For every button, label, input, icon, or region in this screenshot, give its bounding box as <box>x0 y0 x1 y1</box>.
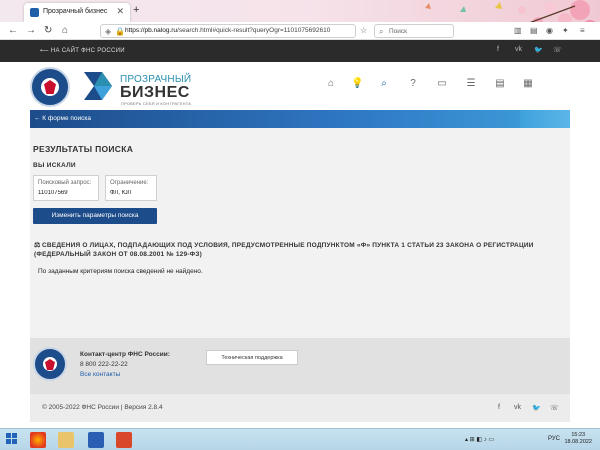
keyboard-language[interactable]: РУС <box>548 436 560 442</box>
contact-phone[interactable]: 8 800 222-22-22 <box>80 361 128 368</box>
footer-emblem-icon <box>33 347 67 381</box>
windows-taskbar: ▴ ⊞ ◧ ♪ ▭ РУС 15:23 18.08.2022 <box>0 428 600 450</box>
app-icon[interactable] <box>116 432 132 448</box>
phone-icon[interactable]: ☏ <box>550 404 559 412</box>
address-bar[interactable]: ◈ 🔒 https://pb.nalog.ru/search.html#quic… <box>100 24 356 38</box>
help-icon[interactable]: ? <box>407 78 419 90</box>
extension-icon[interactable]: ✦ <box>562 26 569 35</box>
search-icon: ⌕ <box>379 27 384 36</box>
vk-icon[interactable]: vk <box>515 46 522 53</box>
site-header: ПРОЗРАЧНЫЙ БИЗНЕС ПРОВЕРЬ СЕБЯ И КОНТРАГ… <box>0 62 600 110</box>
database-icon[interactable]: ☰ <box>465 78 477 90</box>
facebook-icon[interactable]: f <box>497 46 499 53</box>
searched-heading: ВЫ ИСКАЛИ <box>33 162 76 169</box>
phone-icon[interactable]: ☏ <box>553 46 562 54</box>
fns-site-link[interactable]: ⟵ НА САЙТ ФНС РОССИИ <box>40 47 125 54</box>
site-top-strip: ⟵ НА САЙТ ФНС РОССИИ f vk 🐦 ☏ <box>0 40 600 62</box>
reload-icon[interactable]: ↻ <box>44 25 52 36</box>
query-field[interactable]: Поисковый запрос: 110107569 <box>33 175 99 201</box>
brand-line2: БИЗНЕС <box>120 84 190 101</box>
brand-tagline: ПРОВЕРЬ СЕБЯ И КОНТРАГЕНТА <box>121 101 192 106</box>
bulb-icon[interactable]: 💡 <box>351 78 363 90</box>
breadcrumb-strip: ← К форме поиска <box>30 110 570 128</box>
url-text: https://pb.nalog.ru/search.html#quick-re… <box>125 27 331 34</box>
contact-center-title: Контакт-центр ФНС России: <box>80 351 170 358</box>
twitter-icon[interactable]: 🐦 <box>532 404 541 412</box>
footer-bottom: © 2005-2022 ФНС России | Версия 2.8.4 f … <box>30 394 570 422</box>
site-footer: Контакт-центр ФНС России: 8 800 222-22-2… <box>30 338 570 394</box>
gavel-icon: ⚖ <box>34 242 41 249</box>
home-browser-icon[interactable]: ⌂ <box>62 25 68 36</box>
twitter-icon[interactable]: 🐦 <box>534 46 543 54</box>
file-explorer-icon[interactable] <box>58 432 74 448</box>
table-icon[interactable]: ▦ <box>522 78 534 90</box>
shield-icon: ◈ <box>105 27 112 36</box>
browser-toolbar: ← → ↻ ⌂ ◈ 🔒 https://pb.nalog.ru/search.h… <box>0 22 600 40</box>
search-icon[interactable]: ⌕ <box>378 78 390 90</box>
back-arrow-icon[interactable]: ← <box>8 25 18 36</box>
tab-close-icon[interactable]: ✕ <box>116 6 124 17</box>
back-to-form-link[interactable]: ← К форме поиска <box>34 115 91 122</box>
windows-start-icon[interactable] <box>6 433 18 445</box>
word-icon[interactable] <box>88 432 104 448</box>
home-icon[interactable]: ⌂ <box>325 78 337 90</box>
forward-arrow-icon[interactable]: → <box>26 25 36 36</box>
brand-logo-icon <box>84 72 112 100</box>
facebook-icon[interactable]: f <box>498 404 500 411</box>
copyright-text: © 2005-2022 ФНС России | Версия 2.8.4 <box>42 404 163 411</box>
change-search-button[interactable]: Изменить параметры поиска <box>33 208 157 224</box>
firefox-icon[interactable] <box>30 432 46 448</box>
lock-icon: 🔒 <box>115 27 125 36</box>
new-tab-button[interactable]: + <box>133 4 139 16</box>
library-icon[interactable]: ▥ <box>514 26 522 35</box>
system-clock[interactable]: 15:23 18.08.2022 <box>564 432 592 446</box>
browser-tab[interactable]: Прозрачный бизнес ✕ <box>24 3 130 22</box>
browser-titlebar: Прозрачный бизнес ✕ + <box>0 0 600 22</box>
main-content: РЕЗУЛЬТАТЫ ПОИСКА ВЫ ИСКАЛИ Поисковый за… <box>30 128 570 338</box>
tab-title: Прозрачный бизнес <box>43 8 108 15</box>
account-icon[interactable]: ◉ <box>546 26 553 35</box>
tray-icons[interactable]: ▴ ⊞ ◧ ♪ ▭ <box>465 436 494 443</box>
chat-icon[interactable]: ▭ <box>436 78 448 90</box>
restriction-field[interactable]: Ограничение: ФЛ, ЮЛ <box>105 175 157 201</box>
tech-support-button[interactable]: Техническая поддержка <box>206 350 298 365</box>
favicon-icon <box>30 8 39 17</box>
vk-icon[interactable]: vk <box>514 404 521 411</box>
bookmark-star-icon[interactable]: ☆ <box>360 26 367 35</box>
section-title: ⚖ СВЕДЕНИЯ О ЛИЦАХ, ПОДПАДАЮЩИХ ПОД УСЛОВ… <box>34 242 534 258</box>
not-found-message: По заданным критериям поиска сведений не… <box>38 268 203 275</box>
list-icon[interactable]: ▤ <box>494 78 506 90</box>
page-title: РЕЗУЛЬТАТЫ ПОИСКА <box>33 144 134 154</box>
fns-emblem-icon <box>30 67 70 107</box>
browser-search-input[interactable]: ⌕ Поиск <box>374 24 454 38</box>
menu-icon[interactable]: ≡ <box>580 26 585 35</box>
all-contacts-link[interactable]: Все контакты <box>80 371 120 378</box>
sidebar-icon[interactable]: ▤ <box>530 26 538 35</box>
